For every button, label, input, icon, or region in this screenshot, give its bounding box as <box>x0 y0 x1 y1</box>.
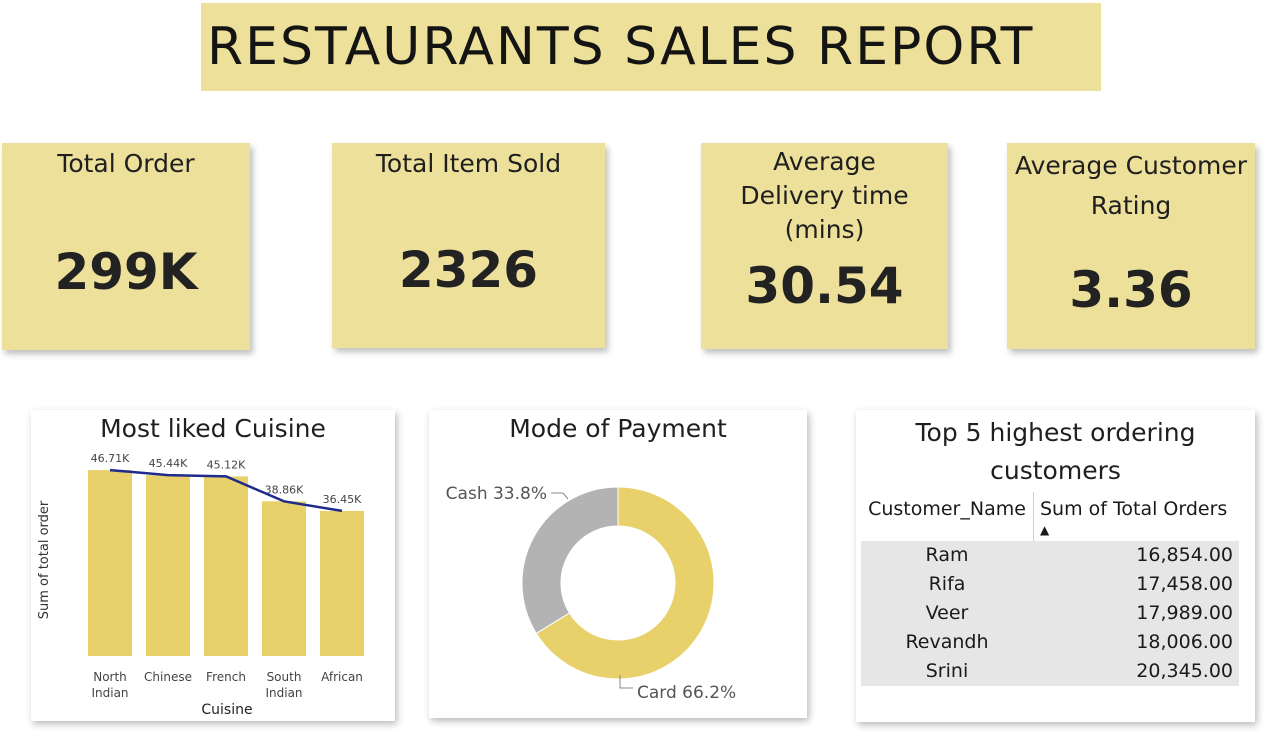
table-row[interactable]: Rifa 17,458.00 <box>861 570 1239 599</box>
total-orders-cell: 18,006.00 <box>1136 631 1233 653</box>
payment-chart-panel: Mode of Payment <box>429 410 807 718</box>
customer-name-cell: Ram <box>925 544 969 566</box>
kpi-card-avg-delivery-time: Average Delivery time (mins) 30.54 <box>701 143 948 349</box>
customer-name-cell: Veer <box>925 602 969 624</box>
total-orders-cell: 16,854.00 <box>1136 544 1233 566</box>
customer-name-cell: Revandh <box>905 631 989 653</box>
table-header-name[interactable]: Customer_Name <box>862 498 1032 520</box>
table-header-sum[interactable]: Sum of Total Orders <box>1040 498 1227 520</box>
table-row[interactable]: Revandh 18,006.00 <box>861 628 1239 657</box>
payment-chart-title: Mode of Payment <box>509 414 727 443</box>
kpi-label: Total Order <box>57 149 195 178</box>
cuisine-chart-title: Most liked Cuisine <box>100 414 326 443</box>
total-orders-cell: 17,989.00 <box>1136 602 1233 624</box>
kpi-label: Total Item Sold <box>375 149 562 178</box>
report-title: RESTAURANTS SALES REPORT <box>207 17 1035 77</box>
report-title-banner: RESTAURANTS SALES REPORT <box>201 3 1101 91</box>
kpi-value: 299K <box>54 243 198 301</box>
customer-name-cell: Srini <box>925 660 969 682</box>
table-row[interactable]: Srini 20,345.00 <box>861 657 1239 686</box>
customers-table-title: Top 5 highest ordering customers <box>915 418 1196 485</box>
total-orders-cell: 20,345.00 <box>1136 660 1233 682</box>
kpi-card-total-order: Total Order 299K <box>2 143 250 350</box>
table-row[interactable]: Veer 17,989.00 <box>861 599 1239 628</box>
kpi-label: Average Customer Rating <box>1014 151 1248 220</box>
total-orders-cell: 17,458.00 <box>1136 573 1233 595</box>
table-row[interactable]: Ram 16,854.00 <box>861 541 1239 570</box>
customer-name-cell: Rifa <box>928 573 966 595</box>
kpi-card-total-item-sold: Total Item Sold 2326 <box>332 143 605 348</box>
kpi-card-avg-customer-rating: Average Customer Rating 3.36 <box>1007 143 1255 349</box>
cuisine-chart-panel: Most liked Cuisine <box>31 410 395 721</box>
sort-indicator-icon[interactable]: ▲ <box>1040 523 1049 537</box>
kpi-label: Average Delivery time (mins) <box>740 147 909 244</box>
kpi-value: 30.54 <box>745 257 904 315</box>
kpi-value: 2326 <box>398 241 539 299</box>
kpi-value: 3.36 <box>1069 261 1193 319</box>
